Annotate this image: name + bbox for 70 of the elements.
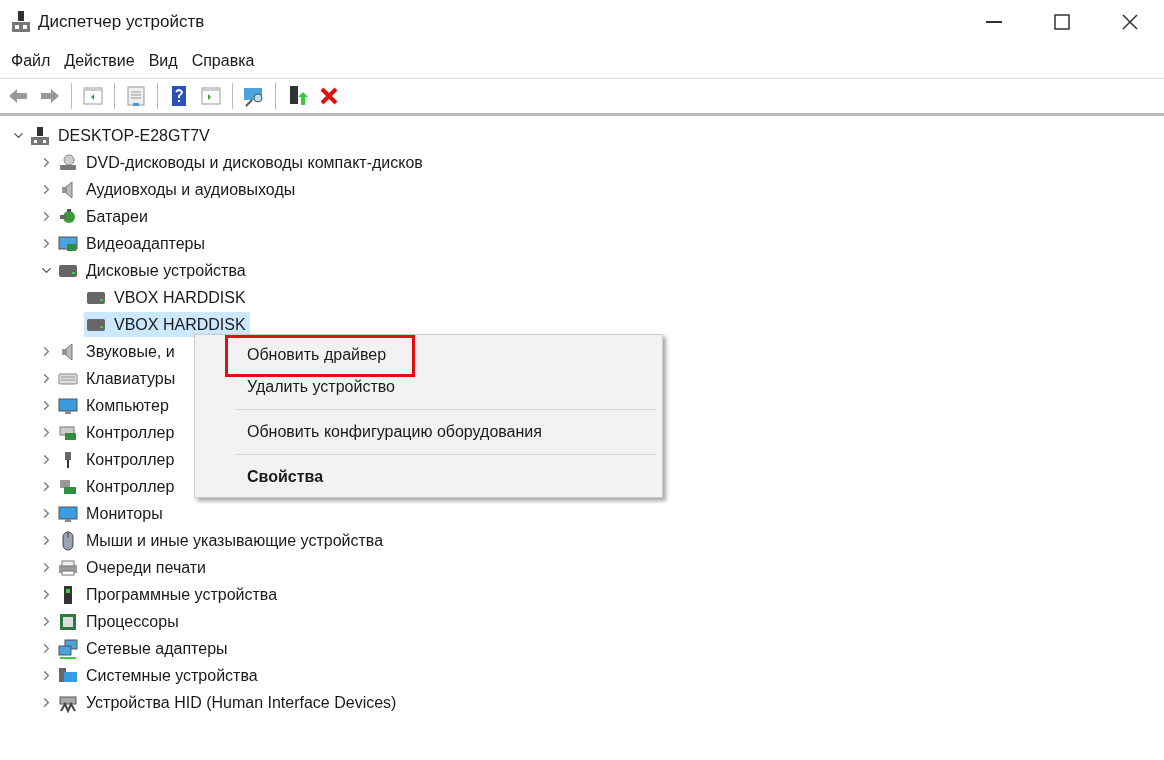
tree-item[interactable]: DVD-дисководы и дисководы компакт-дисков <box>56 150 427 175</box>
menu-item[interactable]: Справка <box>184 49 262 73</box>
tree-item-label: Мониторы <box>86 503 163 524</box>
tree-item-label: Компьютер <box>86 395 169 416</box>
tree-item-label: Контроллер <box>86 422 175 443</box>
tree-item[interactable]: Сетевые адаптеры <box>56 636 232 661</box>
tree-item[interactable]: Компьютер <box>56 393 173 418</box>
network-icon <box>58 638 78 659</box>
menu-item[interactable]: Вид <box>141 49 185 73</box>
chip-icon <box>58 611 78 632</box>
monitor-icon <box>58 395 78 416</box>
tree-item-label: Клавиатуры <box>86 368 176 389</box>
tree-item[interactable]: Клавиатуры <box>56 366 180 391</box>
menu-item[interactable]: Файл <box>4 49 58 73</box>
scan-monitor-icon <box>243 85 265 107</box>
tree-item-label: Батареи <box>86 206 148 227</box>
window-title: Диспетчер устройств <box>38 11 205 34</box>
tree-item[interactable]: Дисковые устройства <box>56 258 250 283</box>
context-menu-item[interactable]: Удалить устройство <box>225 373 417 401</box>
printer-icon <box>58 557 78 578</box>
tree-item[interactable]: Мониторы <box>56 501 167 526</box>
tree-item[interactable]: Мыши и иные указывающие устройства <box>56 528 388 553</box>
tree-item[interactable]: Аудиовходы и аудиовыходы <box>56 177 300 202</box>
tree-item-label: Аудиовходы и аудиовыходы <box>86 179 296 200</box>
tree-item-label: Системные устройства <box>86 665 258 686</box>
panel-left-icon <box>82 85 104 107</box>
tree-item-label: Видеоадаптеры <box>86 233 205 254</box>
tree-item-label: Очереди печати <box>86 557 207 578</box>
tree-item[interactable]: DESKTOP-E28GT7V <box>28 123 214 148</box>
tree-item-label: Контроллер <box>86 476 175 497</box>
device-manager-icon <box>10 10 32 34</box>
close-icon <box>1122 14 1138 30</box>
tree-item-label: Программные устройства <box>86 584 278 605</box>
tree-item-label: VBOX HARDDISK <box>114 314 246 335</box>
display-adapter-icon <box>58 233 78 254</box>
computer-icon <box>30 125 50 146</box>
maximize-icon <box>1054 14 1070 30</box>
tree-item[interactable]: VBOX HARDDISK <box>84 285 250 310</box>
panel-right-icon <box>200 85 222 107</box>
tree-item-label: Процессоры <box>86 611 179 632</box>
tree-item-label: Звуковые, и <box>86 341 175 362</box>
tree-item[interactable]: VBOX HARDDISK <box>84 312 250 337</box>
menu-item[interactable]: Действие <box>57 49 142 73</box>
tree-item[interactable]: Батареи <box>56 204 152 229</box>
tree-item-label: Дисковые устройства <box>86 260 246 281</box>
context-menu-item[interactable]: Обновить драйвер <box>225 341 409 369</box>
minimize-icon <box>986 21 1002 23</box>
tree-item-label: Мыши и иные указывающие устройства <box>86 530 384 551</box>
monitor-icon <box>58 503 78 524</box>
tree-item[interactable]: Звуковые, и <box>56 339 179 364</box>
tree-item[interactable]: Контроллер <box>56 447 179 472</box>
context-menu-item[interactable]: Обновить конфигурацию оборудования <box>225 418 564 446</box>
tree-item[interactable]: Программные устройства <box>56 582 282 607</box>
tree-item[interactable]: Очереди печати <box>56 555 211 580</box>
tree-item[interactable]: Видеоадаптеры <box>56 231 209 256</box>
context-menu-item[interactable]: Свойства <box>225 463 346 491</box>
tree-item-label: Устройства HID (Human Interface Devices) <box>86 692 397 713</box>
tree-item[interactable]: Устройства HID (Human Interface Devices) <box>56 690 401 715</box>
tree-item-label: Сетевые адаптеры <box>86 638 228 659</box>
tree-item-label: VBOX HARDDISK <box>114 287 246 308</box>
tree-item-label: DESKTOP-E28GT7V <box>58 125 210 146</box>
list-window-icon <box>125 85 147 107</box>
tree-item[interactable]: Системные устройства <box>56 663 262 688</box>
disc-drive-icon <box>58 152 78 173</box>
close-icon <box>318 85 340 107</box>
tree-item-label: Контроллер <box>86 449 175 470</box>
tree-item[interactable]: Контроллер <box>56 420 179 445</box>
tree-item-label: DVD-дисководы и дисководы компакт-дисков <box>86 152 423 173</box>
tree-item[interactable]: Контроллер <box>56 474 179 499</box>
tree-item[interactable]: Процессоры <box>56 609 183 634</box>
